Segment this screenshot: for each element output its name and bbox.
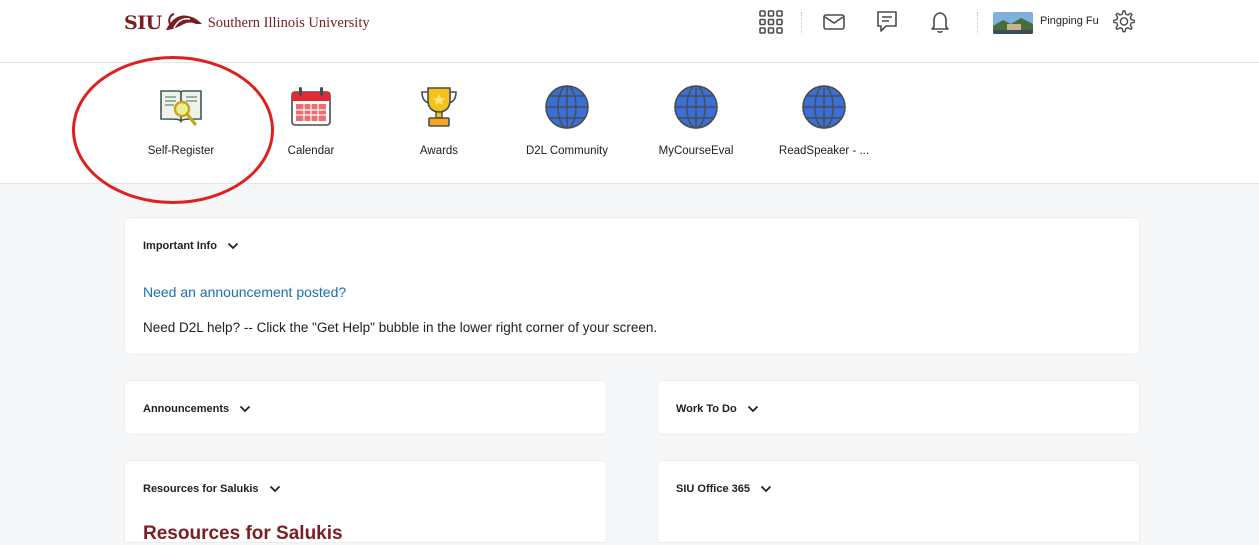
widget-title: Important Info [143,240,217,252]
widget-siu-office-365: SIU Office 365 [658,461,1139,542]
tile-label: ReadSpeaker - ... [778,145,870,157]
tile-calendar[interactable]: Calendar [251,83,371,173]
tile-label: Awards [419,145,459,157]
announcement-request-link[interactable]: Need an announcement posted? [143,284,346,300]
user-avatar[interactable] [993,12,1033,34]
widget-resources-for-salukis: Resources for Salukis Resources for Salu… [125,461,606,544]
widget-header[interactable]: Work To Do [676,403,759,415]
globe-icon [674,85,718,129]
user-name[interactable]: Pingping Fu [1040,15,1099,27]
tile-self-register[interactable]: Self-Register [121,83,241,173]
chevron-down-icon[interactable] [269,485,281,493]
widget-header[interactable]: Resources for Salukis [143,483,281,495]
calendar-icon [291,87,331,126]
mail-icon[interactable] [820,8,848,36]
university-logo[interactable]: SIU Southern Illinois University [124,9,370,37]
tile-label: Self-Register [147,145,215,157]
globe-icon [545,85,589,129]
globe-icon [802,85,846,129]
tile-label: MyCourseEval [658,145,734,157]
tile-label: D2L Community [525,145,609,157]
book-search-icon [160,90,202,126]
tile-label: Calendar [287,145,335,157]
chevron-down-icon[interactable] [239,405,251,413]
chevron-down-icon[interactable] [760,485,772,493]
help-message: Need D2L help? -- Click the "Get Help" b… [143,320,658,335]
chevron-down-icon[interactable] [227,242,239,250]
tile-mycourseeval[interactable]: MyCourseEval [636,83,756,173]
settings-gear-icon[interactable] [1109,8,1137,36]
widget-title: Announcements [143,403,230,415]
tile-d2l-community[interactable]: D2L Community [507,83,627,173]
widget-title: SIU Office 365 [676,483,750,495]
top-navbar: SIU Southern Illinois University Pingpin… [0,0,1259,63]
saluki-dog-icon [165,13,202,30]
logo-abbreviation: SIU [124,12,162,34]
divider [801,12,802,34]
waffle-grid-icon[interactable] [757,8,785,36]
chevron-down-icon[interactable] [747,405,759,413]
widget-important-info: Important Info Need an announcement post… [125,218,1139,354]
tile-awards[interactable]: Awards [379,83,499,173]
trophy-icon [421,87,457,127]
widget-header[interactable]: SIU Office 365 [676,483,772,495]
tile-readspeaker[interactable]: ReadSpeaker - ... [764,83,884,173]
widget-title: Work To Do [676,403,737,415]
widget-work-to-do: Work To Do [658,381,1139,434]
chat-icon[interactable] [873,8,901,36]
bell-icon[interactable] [926,8,954,36]
widget-title: Resources for Salukis [143,483,259,495]
divider [977,12,978,34]
widget-announcements: Announcements [125,381,606,434]
widget-header[interactable]: Announcements [143,403,251,415]
widget-header[interactable]: Important Info [143,240,239,252]
navigation-tiles-bar: Self-Register Calendar Awards D2L Commun… [0,63,1259,184]
university-name: Southern Illinois University [207,14,370,31]
